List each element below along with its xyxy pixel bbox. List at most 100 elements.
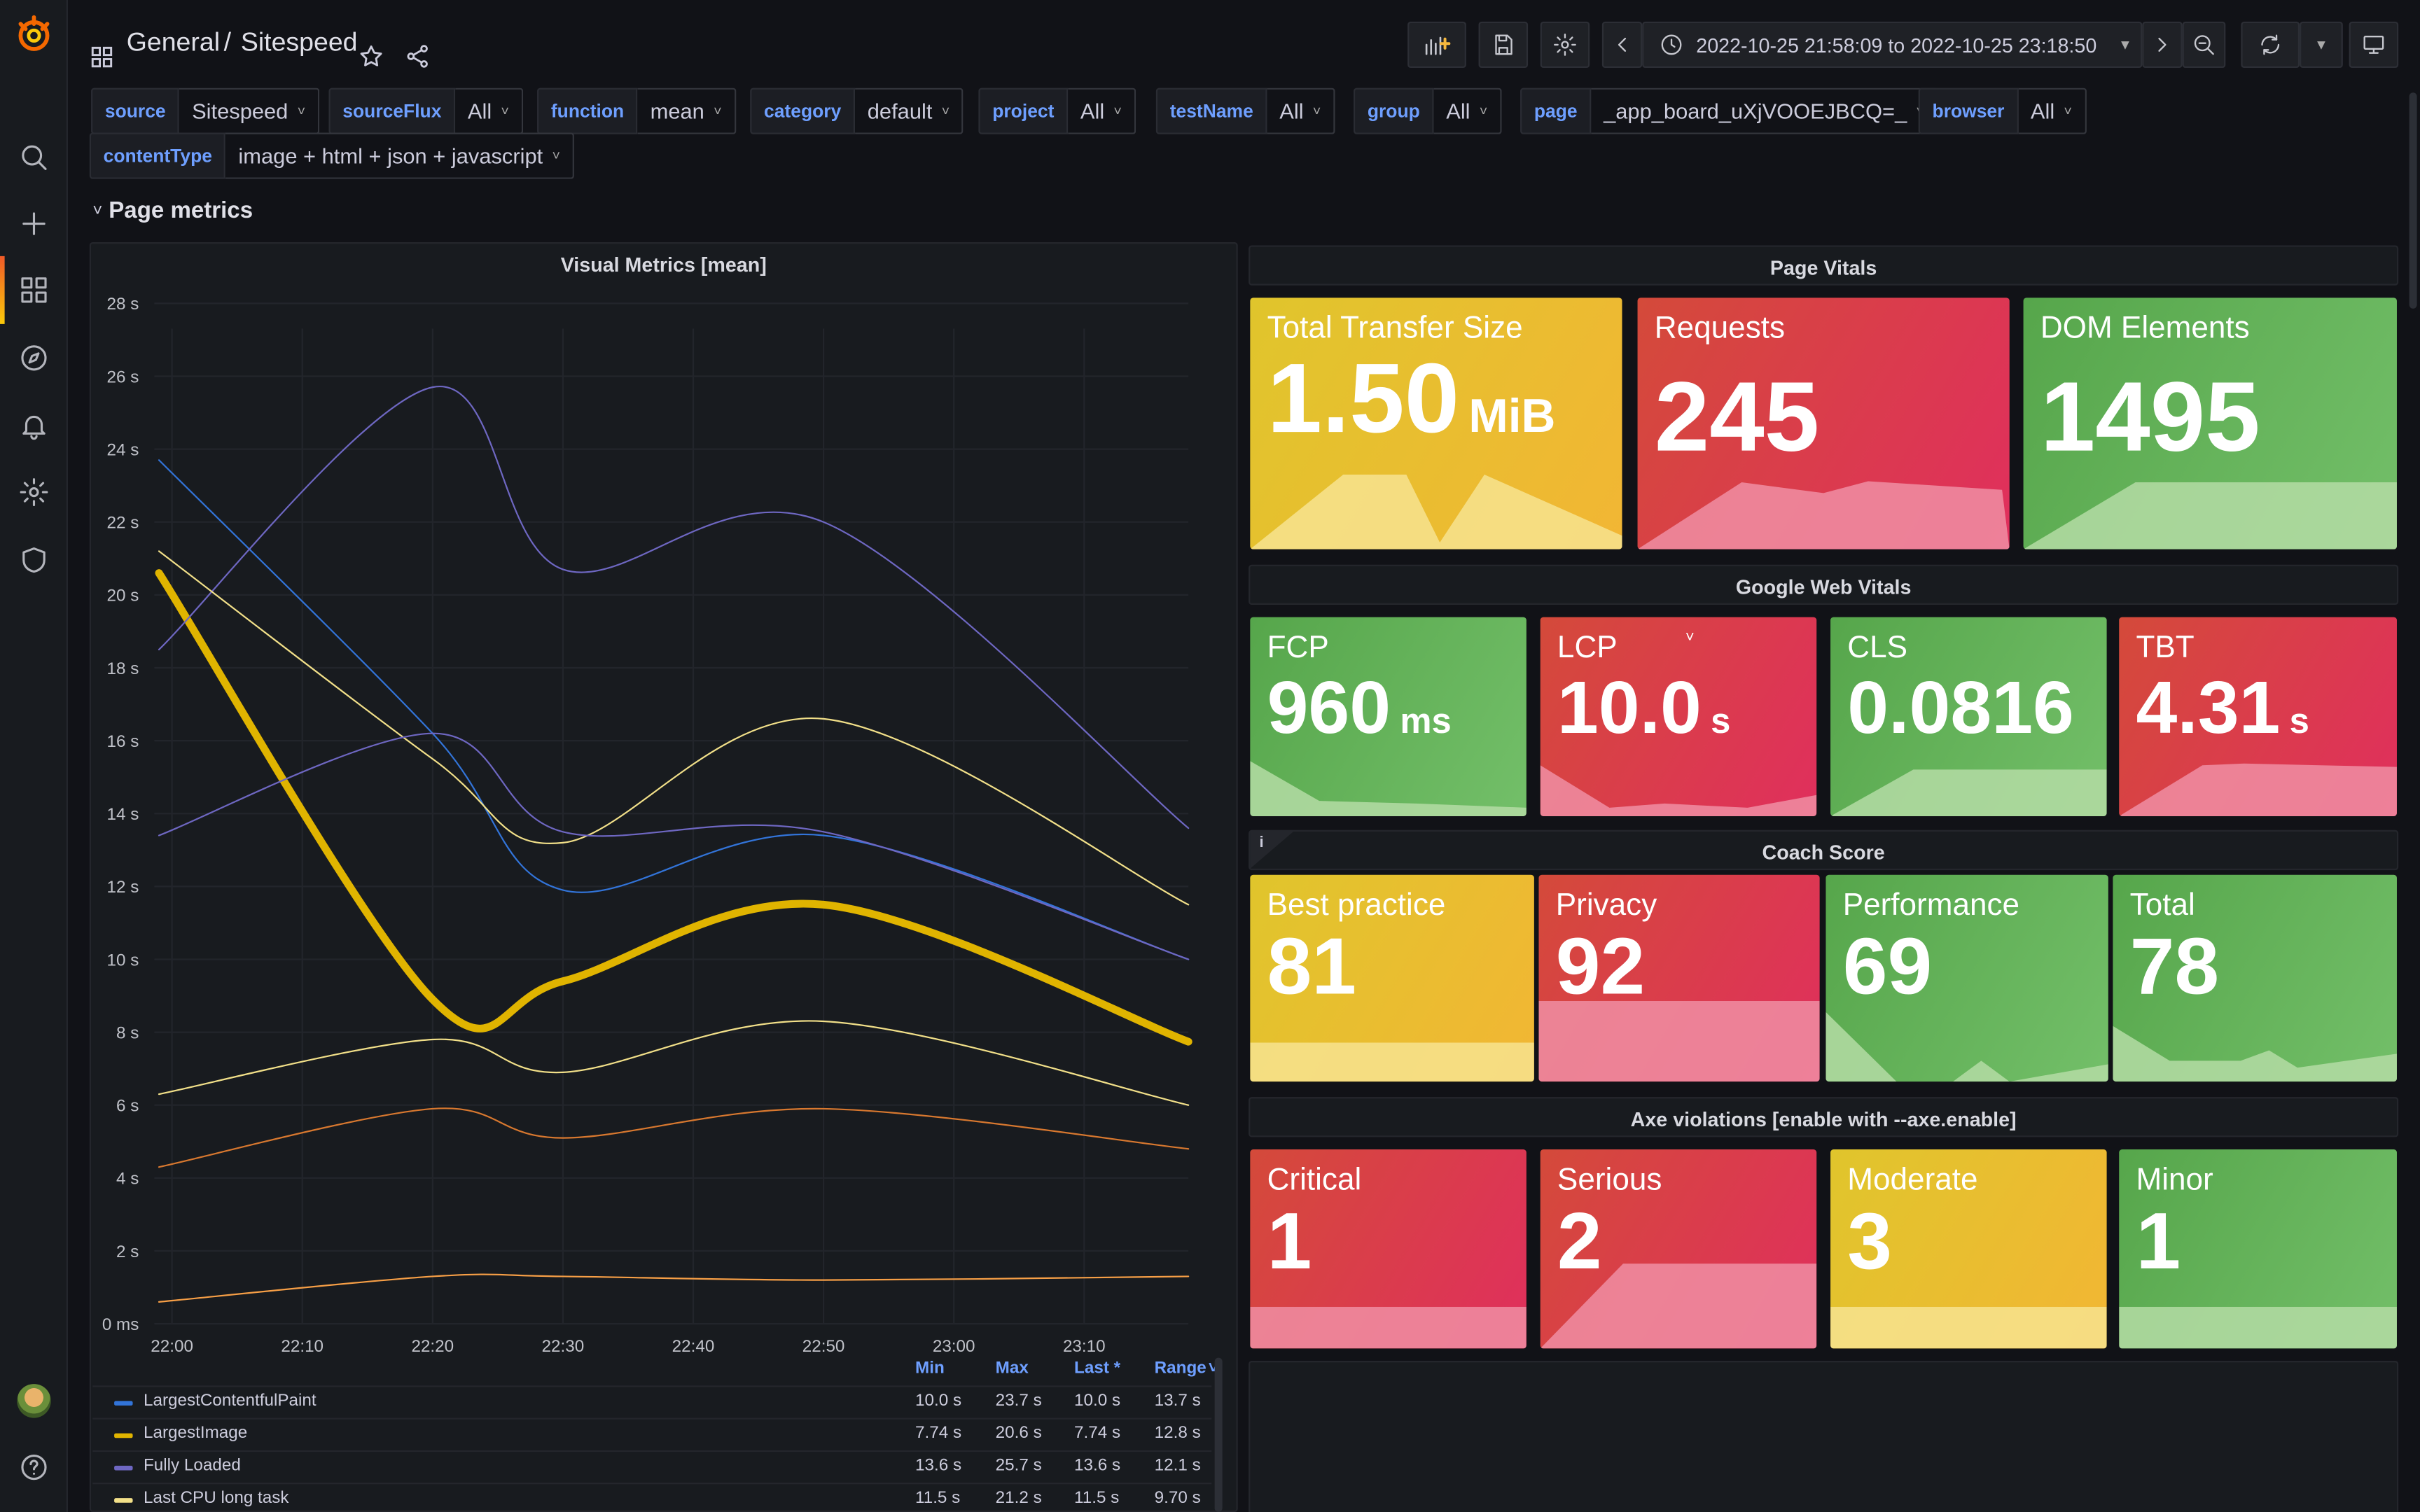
stat-requests[interactable]: Requests 245 <box>1637 298 2010 550</box>
series-line-5[interactable] <box>158 1020 1190 1106</box>
y-tick-label: 24 s <box>107 440 139 459</box>
stat-label: CLS <box>1847 631 1908 665</box>
variable-value: mean <box>650 99 704 124</box>
series-line-4[interactable] <box>158 732 1190 960</box>
legend-scrollbar[interactable] <box>1214 1357 1223 1512</box>
stat-value: 1 <box>2136 1196 2181 1288</box>
series-line-1[interactable] <box>155 569 1192 1046</box>
stat-cls[interactable]: CLS 0.0816 <box>1830 617 2107 816</box>
page-scrollbar[interactable] <box>2409 92 2417 309</box>
y-tick-label: 20 s <box>107 587 139 606</box>
series-line-7[interactable] <box>158 1273 1190 1303</box>
add-panel-button[interactable] <box>1407 21 1466 68</box>
stat-number: 1495 <box>2040 360 2260 472</box>
legend-header-last[interactable]: Last * <box>1074 1359 1120 1378</box>
stat-unit: ms <box>1400 700 1452 741</box>
shield-icon[interactable] <box>13 538 56 582</box>
variable-select[interactable]: mean ˅ <box>638 88 736 134</box>
stat-number: 0.0816 <box>1847 668 2074 750</box>
stat-lcp[interactable]: LCP 10.0 s <box>1540 617 1817 816</box>
tv-mode-button[interactable] <box>2349 21 2399 68</box>
bell-icon[interactable] <box>13 404 56 447</box>
legend-name: Last CPU long task <box>143 1488 289 1508</box>
series-line-2[interactable] <box>158 386 1190 830</box>
stat-dom-elements[interactable]: DOM Elements 1495 <box>2023 298 2397 550</box>
stat-label: Requests <box>1654 312 1786 346</box>
chevron-down-icon: ▼ <box>2314 36 2328 52</box>
dashboards-icon[interactable] <box>13 269 56 312</box>
stat-label: Best practice <box>1267 888 1446 923</box>
stat-value: 2 <box>1557 1196 1602 1288</box>
time-back-button[interactable] <box>1601 21 1643 68</box>
stat-performance[interactable]: Performance 69 <box>1826 874 2108 1082</box>
stat-total[interactable]: Total 78 <box>2113 874 2397 1082</box>
dashboard-settings-button[interactable] <box>1540 21 1590 68</box>
breadcrumb-folder[interactable]: General <box>127 28 220 59</box>
chevron-down-icon: ˅ <box>1312 103 1321 119</box>
legend-row[interactable]: Fully Loaded 13.6 s 25.7 s 13.6 s 12.1 s <box>92 1450 1212 1483</box>
legend-header-min[interactable]: Min <box>915 1359 945 1378</box>
variable-select[interactable]: All ˅ <box>1267 88 1335 134</box>
variable-select[interactable]: All ˅ <box>455 88 523 134</box>
refresh-interval-dropdown[interactable]: ▼ <box>2300 21 2343 68</box>
legend-header-max[interactable]: Max <box>996 1359 1029 1378</box>
series-line-3[interactable] <box>158 550 1190 906</box>
save-dashboard-button[interactable] <box>1478 21 1529 68</box>
time-range-picker[interactable]: 2022-10-25 21:58:09 to 2022-10-25 23:18:… <box>1642 21 2143 68</box>
stat-critical[interactable]: Critical 1 <box>1250 1149 1527 1349</box>
stat-privacy[interactable]: Privacy 92 <box>1538 874 1820 1082</box>
legend-header-range[interactable]: Range <box>1155 1359 1206 1378</box>
stat-value: 69 <box>1843 921 1932 1014</box>
series-line-6[interactable] <box>158 1107 1190 1168</box>
stat-label: FCP <box>1267 631 1329 665</box>
stat-moderate[interactable]: Moderate 3 <box>1830 1149 2107 1349</box>
chevron-down-icon[interactable]: ˅ <box>1685 629 1695 646</box>
variable-value: All <box>1446 99 1470 124</box>
compass-icon[interactable] <box>13 336 56 379</box>
variable-select[interactable]: _app_board_uXjVOOEJBCQ=_˅ <box>1591 88 1938 134</box>
variable-select[interactable]: default ˅ <box>855 88 964 134</box>
stat-tbt[interactable]: TBT 4.31 s <box>2119 617 2397 816</box>
dashboards-grid-icon[interactable] <box>90 31 114 80</box>
stat-total-transfer-size[interactable]: Total Transfer Size 1.50 MiB <box>1250 298 1622 550</box>
variable-select[interactable]: All ˅ <box>2018 88 2086 134</box>
variable-category: category default ˅ <box>750 88 964 134</box>
stat-number: 3 <box>1847 1197 1893 1287</box>
help-icon[interactable] <box>13 1446 56 1489</box>
variable-select[interactable]: Sitespeed ˅ <box>179 88 320 134</box>
variable-select[interactable]: All ˅ <box>1068 88 1136 134</box>
series-line-0[interactable] <box>158 459 1190 960</box>
share-icon[interactable] <box>404 31 430 80</box>
stat-best-practice[interactable]: Best practice 81 <box>1250 874 1534 1082</box>
section-title: Coach Score <box>1762 841 1885 864</box>
variable-select[interactable]: All ˅ <box>1433 88 1502 134</box>
variable-value: All <box>467 99 492 124</box>
page-title[interactable]: Sitespeed <box>241 28 358 59</box>
grid <box>154 302 1189 1325</box>
gear-icon[interactable] <box>13 470 56 514</box>
search-icon[interactable] <box>13 136 56 179</box>
stat-serious[interactable]: Serious 2 <box>1540 1149 1817 1349</box>
legend-row[interactable]: LargestImage 7.74 s 20.6 s 7.74 s 12.8 s <box>92 1418 1212 1450</box>
y-tick-label: 16 s <box>107 732 139 751</box>
coach-score-header: i Coach Score <box>1249 830 2399 871</box>
legend-name: LargestContentfulPaint <box>143 1392 317 1410</box>
avatar[interactable] <box>13 1379 56 1422</box>
plus-icon[interactable] <box>13 202 56 246</box>
stat-minor[interactable]: Minor 1 <box>2119 1149 2397 1349</box>
zoom-out-button[interactable] <box>2182 21 2226 68</box>
legend-row[interactable]: Last CPU long task 11.5 s 21.2 s 11.5 s 9.70… <box>92 1483 1212 1512</box>
legend-range: 12.1 s <box>1154 1456 1201 1476</box>
legend-row[interactable]: LargestContentfulPaint 10.0 s 23.7 s 10.0 s… <box>92 1385 1212 1418</box>
variable-select[interactable]: image + html + json + javascript ˅ <box>225 132 574 179</box>
page-vitals-header: Page Vitals <box>1249 245 2399 286</box>
star-icon[interactable] <box>358 31 384 80</box>
chevron-down-icon: ˅ <box>1113 103 1122 119</box>
row-header-page-metrics[interactable]: ˅ Page metrics <box>92 197 253 223</box>
grafana-logo-icon[interactable] <box>13 13 56 56</box>
time-forward-button[interactable] <box>2142 21 2183 68</box>
legend-range: 12.8 s <box>1154 1424 1201 1443</box>
stat-fcp[interactable]: FCP 960 ms <box>1250 617 1527 816</box>
y-tick-label: 22 s <box>107 514 139 533</box>
refresh-button[interactable] <box>2241 21 2300 68</box>
